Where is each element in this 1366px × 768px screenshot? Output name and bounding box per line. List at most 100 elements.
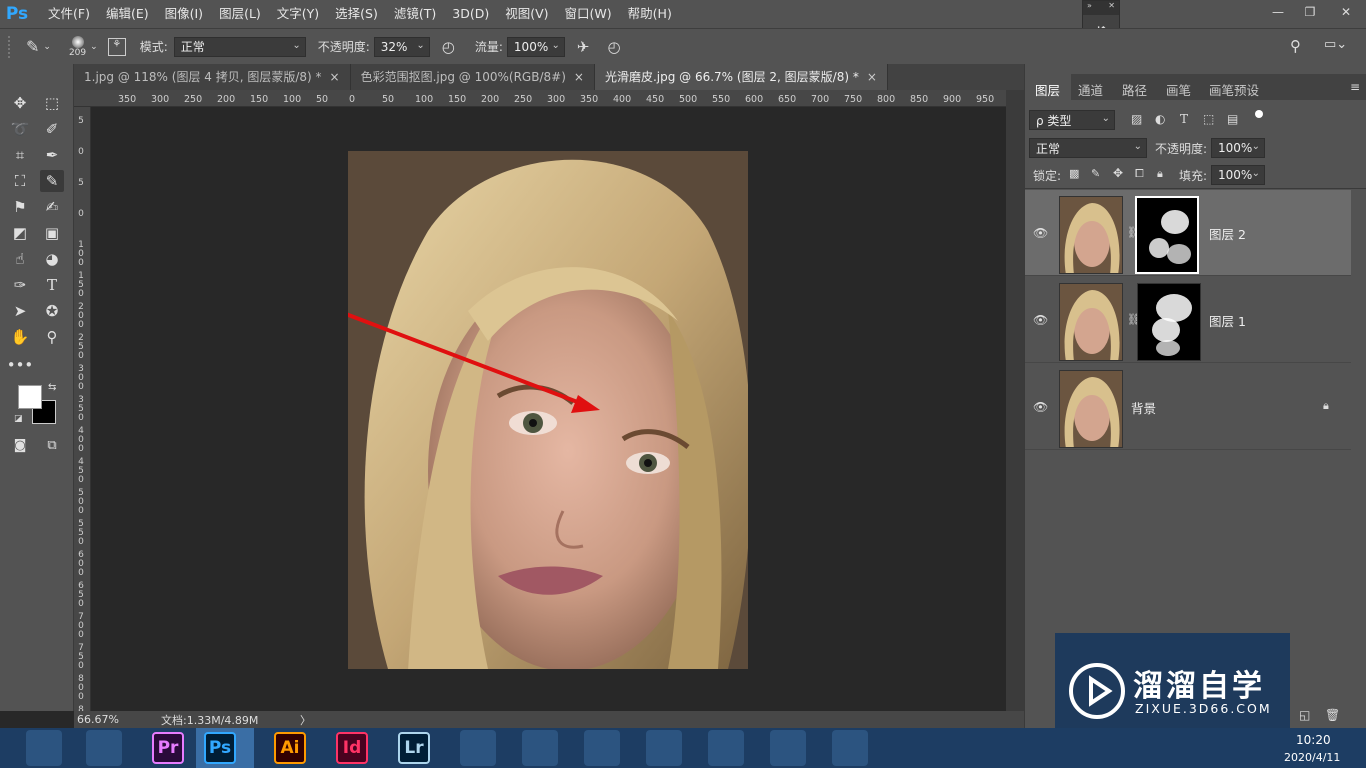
filter-kind-select[interactable]: ρ 类型 ⌄	[1029, 110, 1115, 130]
history-brush-tool-icon[interactable]: ✍	[40, 196, 64, 218]
workspace-icon[interactable]: ▭⌄	[1324, 37, 1347, 52]
type-tool-icon[interactable]: T	[40, 274, 64, 296]
premiere-icon[interactable]: Pr	[152, 732, 184, 764]
lock-artboard-icon[interactable]: ⧠	[1135, 167, 1144, 181]
photoshop-icon[interactable]: Ps	[204, 732, 236, 764]
lock-pixels-icon[interactable]: ✎	[1091, 167, 1100, 180]
pinwheel-icon[interactable]	[522, 730, 558, 766]
quick-select-tool-icon[interactable]: ✐	[40, 118, 64, 140]
visibility-eye-icon[interactable]: 👁︎	[1033, 226, 1048, 240]
menu-filter[interactable]: 滤镜(T)	[386, 0, 444, 28]
zoom-tool-icon[interactable]: ⚲	[40, 326, 64, 348]
marquee-tool-icon[interactable]: ⬚	[40, 92, 64, 114]
explorer-icon[interactable]	[86, 730, 122, 766]
tab-layers[interactable]: 图层	[1035, 80, 1060, 99]
hand-tool-icon[interactable]: ✋	[8, 326, 32, 348]
menu-select[interactable]: 选择(S)	[327, 0, 386, 28]
filter-type-icon[interactable]: T	[1180, 112, 1188, 126]
swap-colors-icon[interactable]: ⇆	[48, 382, 56, 393]
brush-tool-icon[interactable]: ✎	[40, 170, 64, 192]
menu-window[interactable]: 窗口(W)	[557, 0, 620, 28]
pressure-size-icon[interactable]: ◴	[608, 38, 621, 56]
menu-type[interactable]: 文字(Y)	[269, 0, 327, 28]
tab-brush[interactable]: 画笔	[1166, 80, 1191, 99]
new-layer-icon[interactable]: ◱	[1299, 708, 1310, 722]
lightroom-icon[interactable]: Lr	[398, 732, 430, 764]
layer-row-1[interactable]: 👁︎ ⛓ 图层 1	[1025, 277, 1351, 363]
screen-mode-icon[interactable]: ⧉	[40, 434, 64, 456]
vertical-scrollbar[interactable]	[1006, 90, 1024, 711]
lock-position-icon[interactable]: ✥	[1113, 166, 1123, 180]
fill-input[interactable]: 100% ⌄	[1211, 165, 1265, 185]
layer-name[interactable]: 图层 2	[1209, 224, 1246, 243]
crop-tool-icon[interactable]: ⌗	[8, 144, 32, 166]
layer-row-background[interactable]: 👁︎ 背景 🔒︎	[1025, 364, 1351, 450]
gradient-tool-icon[interactable]: ▣	[40, 222, 64, 244]
filter-toggle-icon[interactable]	[1255, 110, 1263, 118]
patch-tool-icon[interactable]: ⛶	[8, 170, 32, 192]
move-tool-icon[interactable]: ✥	[8, 92, 32, 114]
menu-layer[interactable]: 图层(L)	[211, 0, 269, 28]
brush-preset-picker[interactable]: 209	[69, 35, 86, 58]
restore-button[interactable]: ❐	[1294, 0, 1326, 24]
menu-3d[interactable]: 3D(D)	[444, 0, 497, 28]
layer-name[interactable]: 图层 1	[1209, 311, 1246, 330]
layer-opacity-input[interactable]: 100% ⌄	[1211, 138, 1265, 158]
layer-mask-thumbnail[interactable]	[1135, 196, 1199, 274]
layer-name[interactable]: 背景	[1131, 398, 1156, 417]
tab-doc-2[interactable]: 色彩范围抠图.jpg @ 100%(RGB/8#) ×	[351, 64, 595, 90]
notepad-icon[interactable]	[832, 730, 868, 766]
clock-date[interactable]: 2020/4/11	[1284, 751, 1340, 764]
close-icon[interactable]: ×	[330, 70, 340, 84]
tab-paths[interactable]: 路径	[1122, 80, 1147, 99]
visibility-eye-icon[interactable]: 👁︎	[1033, 313, 1048, 327]
visibility-eye-icon[interactable]: 👁︎	[1033, 400, 1048, 414]
lock-transparent-icon[interactable]: ▩	[1069, 167, 1079, 180]
airbrush-icon[interactable]: ✈	[577, 38, 590, 56]
bird-icon[interactable]	[584, 730, 620, 766]
search-icon[interactable]: ⚲	[1290, 37, 1301, 55]
close-window-button[interactable]: ✕	[1326, 0, 1366, 24]
tab-channels[interactable]: 通道	[1078, 80, 1103, 99]
quick-mask-icon[interactable]: ◙	[8, 434, 32, 456]
menu-image[interactable]: 图像(I)	[157, 0, 211, 28]
blend-mode-select[interactable]: 正常 ⌄	[1029, 138, 1147, 158]
tab-doc-1[interactable]: 1.jpg @ 118% (图层 4 拷贝, 图层蒙版/8) * ×	[74, 64, 351, 90]
tab-doc-3[interactable]: 光滑磨皮.jpg @ 66.7% (图层 2, 图层蒙版/8) * ×	[594, 64, 888, 90]
layer-row-2[interactable]: 👁︎ ⛓ 图层 2	[1025, 190, 1351, 276]
opacity-input[interactable]: 32% ⌄	[373, 36, 430, 57]
path-select-tool-icon[interactable]: ➤	[8, 300, 32, 322]
illustrator-icon[interactable]: Ai	[274, 732, 306, 764]
mode-select[interactable]: 正常 ⌄	[173, 36, 306, 57]
menu-view[interactable]: 视图(V)	[497, 0, 556, 28]
filter-pixel-icon[interactable]: ▨	[1131, 112, 1142, 126]
eyedropper-tool-icon[interactable]: ✒	[40, 144, 64, 166]
clock-time[interactable]: 10:20	[1296, 733, 1331, 747]
menu-edit[interactable]: 编辑(E)	[98, 0, 157, 28]
brush-tool-icon[interactable]: ✎	[26, 37, 39, 56]
filter-smart-icon[interactable]: ▤	[1227, 112, 1238, 126]
close-icon[interactable]: ×	[574, 70, 584, 84]
status-arrow-icon[interactable]: 〉	[300, 712, 311, 728]
lock-all-icon[interactable]: 🔒︎	[1157, 167, 1163, 181]
default-colors-icon[interactable]: ◪	[14, 414, 23, 424]
filter-shape-icon[interactable]: ⬚	[1203, 112, 1214, 126]
close-icon[interactable]: ×	[867, 70, 877, 84]
document-image[interactable]	[348, 151, 748, 669]
ie-icon[interactable]	[26, 730, 62, 766]
chevron-down-icon[interactable]: ⌄	[43, 42, 51, 52]
panel-menu-icon[interactable]: ≡	[1350, 80, 1360, 94]
eraser-tool-icon[interactable]: ◩	[8, 222, 32, 244]
menu-help[interactable]: 帮助(H)	[620, 0, 680, 28]
mini-panel-header[interactable]: » ✕	[1083, 1, 1119, 15]
more-tools-icon[interactable]: •••	[7, 354, 34, 376]
flow-input[interactable]: 100% ⌄	[506, 36, 565, 57]
filter-adjust-icon[interactable]: ◐	[1155, 112, 1165, 126]
menu-file[interactable]: 文件(F)	[40, 0, 98, 28]
tab-brush-presets[interactable]: 画笔预设	[1209, 80, 1259, 99]
indesign-icon[interactable]: Id	[336, 732, 368, 764]
chrome-icon[interactable]	[708, 730, 744, 766]
swift-icon[interactable]	[770, 730, 806, 766]
foreground-color-swatch[interactable]	[18, 385, 42, 409]
film-icon[interactable]	[460, 730, 496, 766]
